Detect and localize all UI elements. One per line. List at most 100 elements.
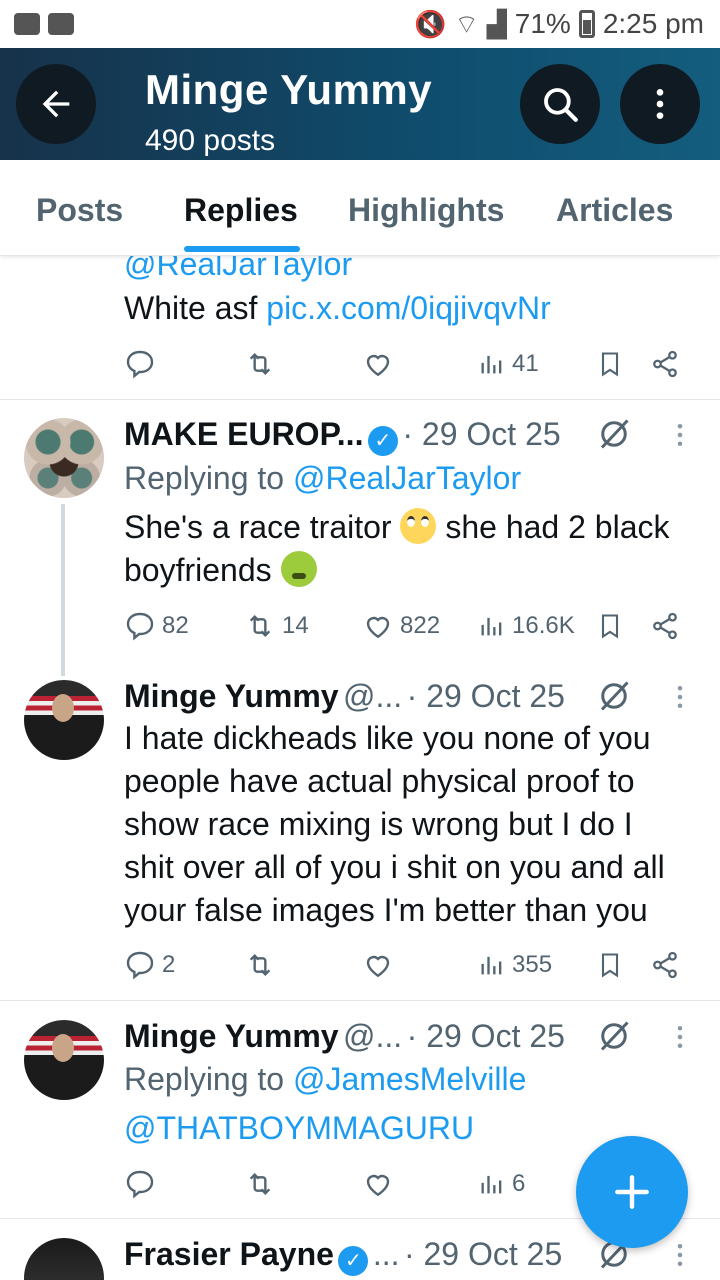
- clock: 2:25 pm: [602, 8, 704, 39]
- post-count: 490 posts: [145, 124, 276, 157]
- share-button[interactable]: [650, 610, 680, 642]
- share-button[interactable]: [650, 348, 680, 380]
- bookmark-button[interactable]: [596, 610, 624, 642]
- grok-button[interactable]: [596, 416, 632, 457]
- repost-button[interactable]: [244, 949, 276, 981]
- active-tab-indicator: [184, 246, 300, 252]
- verified-badge-icon: ✓: [338, 1245, 369, 1276]
- more-vertical-icon: [677, 1244, 683, 1266]
- bookmark-icon: [601, 953, 619, 978]
- post-date: · 29 Oct 25: [402, 416, 561, 452]
- repost-button[interactable]: 14: [244, 610, 309, 642]
- like-button[interactable]: [362, 348, 394, 380]
- share-icon: [653, 350, 677, 378]
- grok-button[interactable]: [596, 1018, 632, 1059]
- post-date: · 29 Oct 25: [403, 1236, 563, 1272]
- post-more-button[interactable]: [670, 420, 690, 455]
- author-handle: ...: [372, 1236, 400, 1272]
- bookmark-icon: [601, 352, 619, 377]
- search-icon: [544, 88, 578, 122]
- repost-icon: [249, 953, 271, 977]
- battery-icon: [578, 10, 595, 38]
- post-author-line: Frasier Payne ✓ ... · 29 Oct 25: [124, 1232, 562, 1280]
- repost-button[interactable]: [244, 1168, 276, 1200]
- post-date: · 29 Oct 25: [406, 1018, 565, 1054]
- heart-icon: [366, 955, 390, 978]
- thread-line: [61, 504, 65, 676]
- repost-icon: [249, 352, 271, 376]
- repost-button[interactable]: [244, 348, 276, 380]
- reply-icon: [126, 350, 154, 379]
- post-text-line: shit over all of you i shit on you and a…: [124, 849, 665, 885]
- profile-name: Minge Yummy: [145, 66, 433, 113]
- reply-handle[interactable]: @RealJarTaylor: [124, 256, 352, 286]
- avatar[interactable]: [24, 680, 104, 760]
- share-button[interactable]: [650, 949, 680, 981]
- reply-button[interactable]: [124, 348, 156, 380]
- author-name[interactable]: Minge Yummy: [124, 1018, 339, 1054]
- reply-icon: [126, 1170, 154, 1199]
- author-name[interactable]: Minge Yummy: [124, 678, 339, 714]
- reply-handle[interactable]: @RealJarTaylor: [293, 460, 521, 496]
- replies-feed: @RealJarTaylor White asf pic.x.com/0iqji…: [0, 256, 720, 1280]
- author-handle: @...: [343, 678, 403, 714]
- like-count: 822: [400, 612, 441, 639]
- grok-icon: [600, 1021, 629, 1051]
- views-count: 16.6K: [512, 612, 575, 639]
- views-count: 355: [512, 951, 553, 978]
- author-name[interactable]: Frasier Payne: [124, 1236, 334, 1272]
- bookmark-button[interactable]: [596, 949, 624, 981]
- post-text-line: I hate dickheads like you none of you: [124, 720, 651, 756]
- reply-button[interactable]: 2: [124, 949, 175, 981]
- post-text-content: boyfriends: [124, 552, 272, 588]
- post-text-content: White asf: [124, 290, 267, 326]
- avatar[interactable]: [24, 418, 104, 498]
- replying-to-label: Replying to: [124, 460, 293, 496]
- post-text-line: your false images I'm better than you: [124, 892, 648, 928]
- tab-replies[interactable]: Replies: [184, 192, 298, 229]
- views-icon: [481, 1175, 502, 1194]
- tab-highlights[interactable]: Highlights: [348, 192, 504, 229]
- views-button[interactable]: 355: [478, 949, 552, 981]
- views-button[interactable]: 41: [478, 348, 539, 380]
- views-button[interactable]: 6: [478, 1168, 525, 1200]
- post-text-line: show race mixing is wrong but I do I: [124, 806, 633, 842]
- eye-roll-emoji-icon: [400, 508, 437, 544]
- tab-articles[interactable]: Articles: [556, 192, 673, 229]
- share-icon: [653, 951, 677, 979]
- author-name[interactable]: MAKE EUROP...: [124, 416, 363, 452]
- views-button[interactable]: 16.6K: [478, 610, 575, 642]
- grok-button[interactable]: [596, 678, 632, 719]
- bookmark-icon: [601, 614, 619, 639]
- compose-button[interactable]: [576, 1136, 688, 1248]
- reply-icon: [126, 612, 154, 641]
- nauseated-face-emoji-icon: [280, 551, 317, 587]
- heart-icon: [366, 354, 390, 377]
- post-more-button[interactable]: [670, 1240, 690, 1275]
- reply-button[interactable]: [124, 1168, 156, 1200]
- avatar[interactable]: [24, 1238, 104, 1280]
- plus-icon: [615, 1175, 649, 1209]
- post-text: She's a race traitor she had 2 black: [124, 505, 670, 549]
- post-more-button[interactable]: [670, 682, 690, 717]
- back-button[interactable]: [16, 64, 96, 144]
- wifi-icon: ⌔: [454, 8, 479, 39]
- tab-posts[interactable]: Posts: [36, 192, 123, 229]
- bookmark-button[interactable]: [596, 348, 624, 380]
- post-more-button[interactable]: [670, 1022, 690, 1057]
- media-link[interactable]: pic.x.com/0iqjivqvNr: [266, 290, 551, 326]
- share-icon: [653, 612, 677, 640]
- like-button[interactable]: 822: [362, 610, 440, 642]
- reply-count: 2: [162, 951, 176, 978]
- divider: [0, 399, 720, 400]
- reply-handle[interactable]: @THATBOYMMAGURU: [124, 1106, 474, 1150]
- mute-icon: 🔇: [413, 8, 447, 39]
- search-button[interactable]: [520, 64, 600, 144]
- reply-button[interactable]: 82: [124, 610, 189, 642]
- heart-icon: [366, 616, 390, 639]
- like-button[interactable]: [362, 949, 394, 981]
- like-button[interactable]: [362, 1168, 394, 1200]
- reply-handle[interactable]: @JamesMelville: [293, 1061, 526, 1097]
- more-options-button[interactable]: [620, 64, 700, 144]
- avatar[interactable]: [24, 1020, 104, 1100]
